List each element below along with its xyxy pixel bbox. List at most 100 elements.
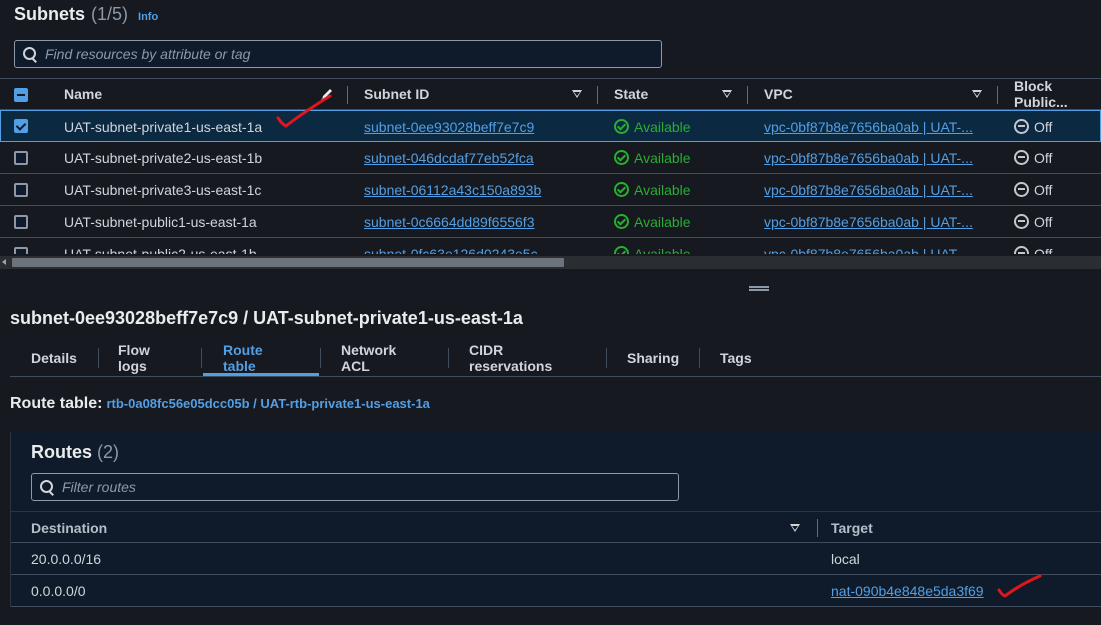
vpc-link[interactable]: vpc-0bf87b8e7656ba0ab | UAT-... — [764, 142, 973, 173]
subnet-name: UAT-subnet-private2-us-east-1b — [64, 149, 263, 166]
route-table-label: Route table: — [10, 395, 103, 412]
route-row: 0.0.0.0/0 nat-090b4e848e5da3f69 — [11, 575, 1101, 607]
block-public-cell: Off — [1014, 174, 1052, 205]
block-public-text: Off — [1034, 149, 1053, 166]
panel-resize-handle[interactable] — [749, 286, 769, 291]
tab-route-table[interactable]: Route table — [223, 340, 263, 376]
routes-title: Routes — [31, 442, 93, 462]
table-row[interactable]: UAT-subnet-private3-us-east-1c subnet-06… — [0, 174, 1101, 206]
search-icon — [40, 480, 54, 494]
minus-circle-icon — [1014, 246, 1029, 254]
page-title: Subnets — [14, 4, 86, 24]
sort-caret-icon[interactable] — [790, 524, 800, 532]
row-checkbox[interactable] — [14, 151, 28, 165]
vpc-link[interactable]: vpc-0bf87b8e7656ba0ab | UAT-... — [764, 206, 973, 237]
state-text: Available — [634, 181, 691, 198]
block-public-text: Off — [1034, 181, 1053, 198]
routes-panel: Routes (2) Filter routes Destination Tar… — [10, 432, 1101, 607]
route-row: 20.0.0.0/16 local — [11, 543, 1101, 575]
filter-routes-input[interactable]: Filter routes — [31, 473, 679, 501]
tab-flow-logs[interactable]: Flow logs — [118, 340, 150, 376]
check-circle-icon — [614, 119, 629, 134]
vpc-link[interactable]: vpc-0bf87b8e7656ba0ab | UAT-... — [764, 238, 973, 255]
subnet-id-link[interactable]: subnet-0fc63e126d0243e5c — [364, 238, 538, 255]
state-cell: Available — [614, 174, 691, 205]
sort-caret-icon[interactable] — [972, 90, 982, 98]
route-destination: 0.0.0.0/0 — [31, 582, 86, 599]
minus-circle-icon — [1014, 182, 1029, 197]
check-circle-icon — [614, 214, 629, 229]
check-circle-icon — [614, 246, 629, 254]
tabs-divider — [10, 376, 1101, 377]
subnet-name: UAT-subnet-public2-us-east-1b — [64, 245, 257, 255]
sort-caret-icon[interactable] — [572, 90, 582, 98]
row-checkbox[interactable] — [14, 183, 28, 197]
state-text: Available — [634, 118, 691, 135]
search-placeholder: Find resources by attribute or tag — [45, 46, 251, 62]
tab-network-acl[interactable]: Network ACL — [341, 340, 396, 376]
select-all-checkbox[interactable] — [14, 88, 28, 102]
scrollbar-thumb[interactable] — [12, 258, 564, 267]
minus-circle-icon — [1014, 214, 1029, 229]
row-checkbox[interactable] — [14, 215, 28, 229]
state-text: Available — [634, 213, 691, 230]
state-text: Available — [634, 149, 691, 166]
minus-circle-icon — [1014, 119, 1029, 134]
block-public-cell: Off — [1014, 142, 1052, 173]
table-row[interactable]: UAT-subnet-private1-us-east-1a subnet-0e… — [0, 110, 1101, 142]
subnet-id-link[interactable]: subnet-06112a43c150a893b — [364, 174, 541, 205]
subnet-id-link[interactable]: subnet-0ee93028beff7e7c9 — [364, 111, 534, 142]
table-row[interactable]: UAT-subnet-private2-us-east-1b subnet-04… — [0, 142, 1101, 174]
check-circle-icon — [614, 150, 629, 165]
route-target-link[interactable]: nat-090b4e848e5da3f69 — [831, 575, 984, 606]
row-checkbox[interactable] — [14, 247, 28, 254]
tab-details[interactable]: Details — [31, 340, 77, 376]
annotation-checkmark-icon — [276, 94, 332, 128]
route-table-link[interactable]: rtb-0a08fc56e05dcc05b / UAT-rtb-private1… — [106, 396, 429, 411]
column-header-subnet-id[interactable]: Subnet ID — [364, 79, 429, 109]
tab-cidr-reservations[interactable]: CIDR reservations — [469, 340, 552, 376]
state-text: Available — [634, 245, 691, 255]
row-checkbox[interactable] — [14, 119, 28, 133]
route-destination: 20.0.0.0/16 — [31, 550, 102, 567]
subnet-id-link[interactable]: subnet-0c6664dd89f6556f3 — [364, 206, 534, 237]
column-header-destination[interactable]: Destination — [31, 512, 107, 543]
routes-table-header: Destination Target — [11, 511, 1101, 543]
state-cell: Available — [614, 111, 691, 142]
table-row[interactable]: UAT-subnet-public2-us-east-1b subnet-0fc… — [0, 238, 1101, 254]
tab-sharing[interactable]: Sharing — [627, 340, 679, 376]
subnets-header: Subnets (1/5) Info — [14, 4, 158, 28]
column-header-target[interactable]: Target — [831, 512, 873, 543]
scroll-left-arrow-icon[interactable] — [2, 259, 6, 265]
block-public-cell: Off — [1014, 238, 1052, 254]
state-cell: Available — [614, 142, 691, 173]
minus-circle-icon — [1014, 150, 1029, 165]
horizontal-scrollbar[interactable] — [0, 256, 1101, 269]
search-input[interactable]: Find resources by attribute or tag — [14, 40, 662, 68]
block-public-cell: Off — [1014, 111, 1052, 142]
block-public-cell: Off — [1014, 206, 1052, 237]
column-header-block-public[interactable]: Block Public... — [1014, 78, 1101, 110]
subnet-id-link[interactable]: subnet-046dcdaf77eb52fca — [364, 142, 534, 173]
column-header-name[interactable]: Name — [64, 79, 102, 109]
detail-title: subnet-0ee93028beff7e7c9 / UAT-subnet-pr… — [10, 308, 523, 328]
table-row[interactable]: UAT-subnet-public1-us-east-1a subnet-0c6… — [0, 206, 1101, 238]
vpc-link[interactable]: vpc-0bf87b8e7656ba0ab | UAT-... — [764, 174, 973, 205]
column-header-vpc[interactable]: VPC — [764, 79, 793, 109]
info-link[interactable]: Info — [138, 11, 158, 23]
vpc-link[interactable]: vpc-0bf87b8e7656ba0ab | UAT-... — [764, 111, 973, 142]
table-header: Name Subnet ID State VPC Block Public... — [0, 78, 1101, 110]
annotation-checkmark-icon — [997, 574, 1042, 598]
column-header-state[interactable]: State — [614, 79, 648, 109]
state-cell: Available — [614, 206, 691, 237]
routes-header: Routes (2) — [31, 442, 119, 463]
route-target: local — [831, 550, 860, 567]
block-public-text: Off — [1034, 213, 1053, 230]
subnet-name: UAT-subnet-public1-us-east-1a — [64, 213, 257, 230]
filter-placeholder: Filter routes — [62, 479, 136, 495]
tab-tags[interactable]: Tags — [720, 340, 752, 376]
check-circle-icon — [614, 182, 629, 197]
routes-count: (2) — [97, 442, 120, 462]
sort-caret-icon[interactable] — [722, 90, 732, 98]
subnet-name: UAT-subnet-private3-us-east-1c — [64, 181, 262, 198]
